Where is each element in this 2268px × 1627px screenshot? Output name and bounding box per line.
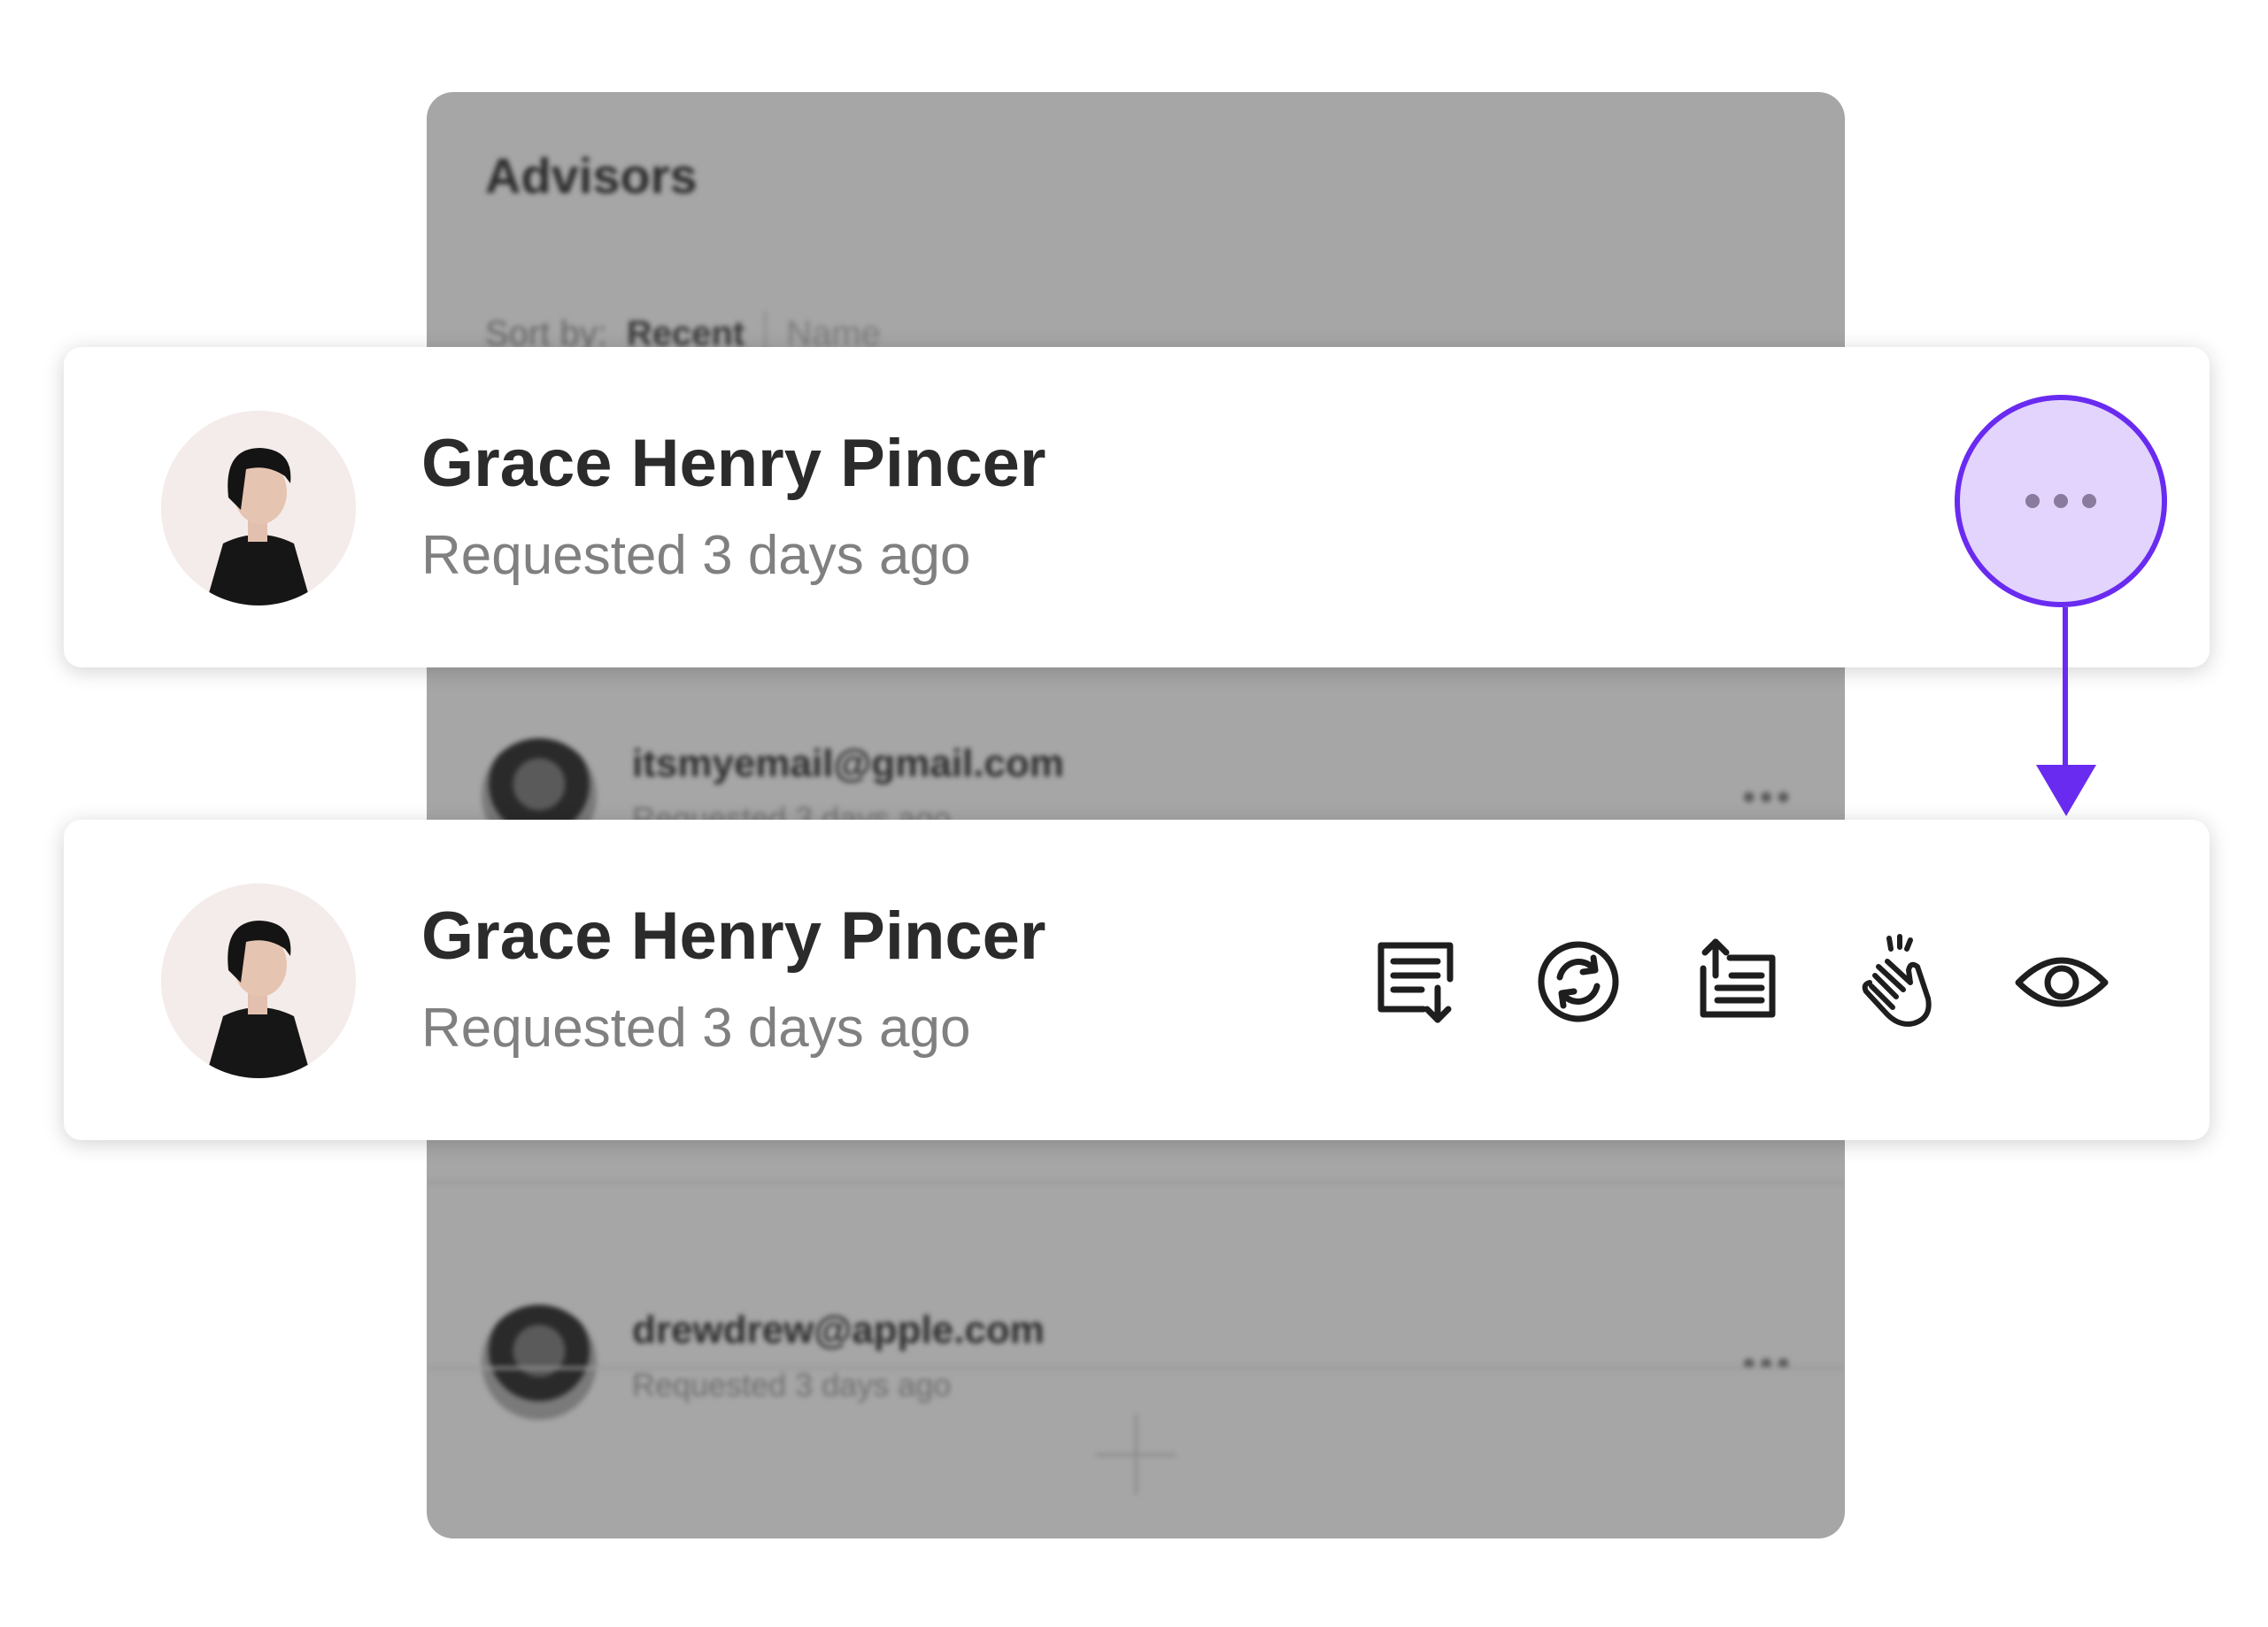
refresh-icon[interactable] [1530, 933, 1627, 1030]
row-more-icon[interactable]: ••• [1742, 1342, 1794, 1386]
eye-icon[interactable] [2013, 933, 2110, 1030]
row-email: drewdrew@apple.com [632, 1308, 1045, 1352]
add-icon[interactable] [1096, 1415, 1176, 1494]
advisors-panel: Advisors Sort by: Recent Name itsmyemail… [427, 92, 1845, 1538]
row-divider [427, 1367, 1845, 1369]
clap-icon[interactable] [1852, 933, 1949, 1030]
advisor-requested: Requested 3 days ago [421, 525, 971, 586]
row-more-icon[interactable]: ••• [1742, 775, 1794, 820]
more-dot [2082, 494, 2096, 508]
more-dot [2054, 494, 2068, 508]
download-notes-icon[interactable] [1369, 933, 1466, 1030]
arrow-connector [2063, 607, 2068, 767]
advisor-name: Grace Henry Pincer [421, 426, 1046, 501]
row-requested: Requested 3 days ago [632, 1367, 952, 1403]
advisor-requested: Requested 3 days ago [421, 998, 971, 1059]
list-item[interactable]: drewdrew@apple.com Requested 3 days ago … [427, 1269, 1845, 1429]
avatar [482, 1305, 597, 1420]
arrow-down-icon [2036, 765, 2096, 816]
avatar [161, 883, 356, 1078]
upload-list-icon[interactable] [1691, 933, 1788, 1030]
row-email: itsmyemail@gmail.com [632, 742, 1064, 785]
row-divider [427, 1181, 1845, 1184]
panel-title: Advisors [485, 148, 698, 204]
advisor-card-collapsed[interactable]: Grace Henry Pincer Requested 3 days ago [64, 347, 2210, 667]
advisor-name: Grace Henry Pincer [421, 898, 1046, 974]
more-options-button[interactable] [1955, 395, 2167, 607]
more-dot [2025, 494, 2040, 508]
avatar [161, 411, 356, 605]
